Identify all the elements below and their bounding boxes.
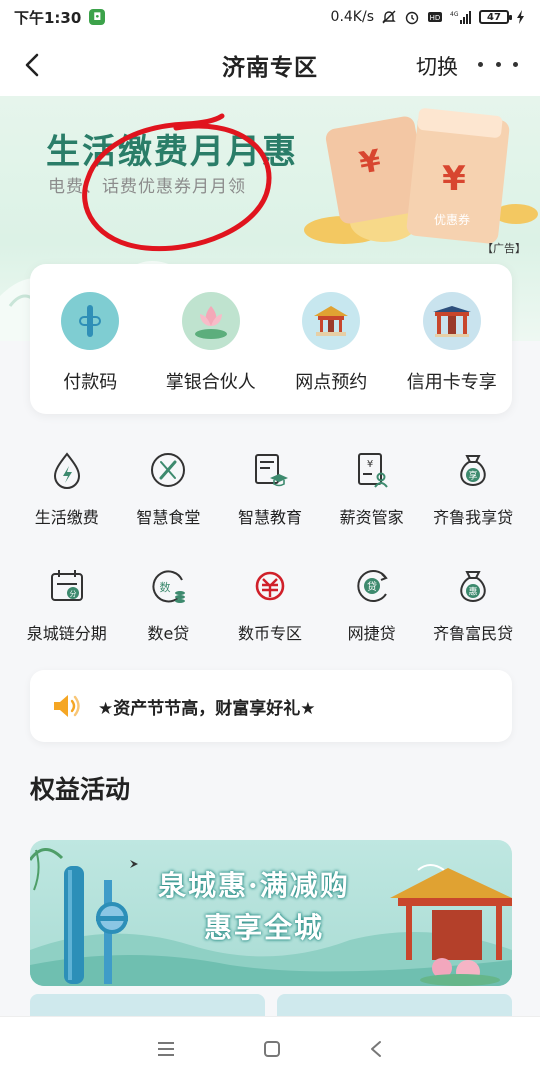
coupon-illustration-icon: ¥ ¥ 优惠券 bbox=[304, 108, 538, 244]
quick-item-payment-code[interactable]: 付款码 bbox=[30, 264, 151, 414]
svg-text:¥: ¥ bbox=[366, 459, 372, 470]
service-canteen[interactable]: 智慧食堂 bbox=[118, 450, 220, 528]
nav-bar: 济南专区 切换 bbox=[0, 34, 540, 96]
coupon-label: 优惠券 bbox=[434, 212, 470, 227]
back-triangle-icon[interactable] bbox=[369, 1040, 383, 1058]
pavilion-icon bbox=[302, 292, 361, 350]
red-circle-annotation bbox=[82, 113, 272, 252]
coin-glyph: 数 bbox=[160, 581, 171, 594]
quick-actions-card: 付款码 掌银合伙人 网点预约 信用卡专享 bbox=[30, 264, 512, 414]
svg-text:HD: HD bbox=[430, 14, 441, 22]
service-qilu-loan[interactable]: 享 齐鲁我享贷 bbox=[422, 450, 524, 528]
switch-button[interactable]: 切换 bbox=[416, 51, 458, 81]
service-label: 生活缴费 bbox=[34, 508, 99, 527]
home-square-icon[interactable] bbox=[263, 1040, 281, 1058]
status-time: 下午1:30 bbox=[14, 8, 82, 27]
service-label: 齐鲁富民贷 bbox=[433, 624, 514, 643]
lotus-partner-icon bbox=[181, 292, 240, 350]
service-label: 齐鲁我享贷 bbox=[433, 508, 514, 527]
money-bag-icon: 享 bbox=[460, 455, 486, 487]
service-label: 网捷贷 bbox=[347, 624, 396, 643]
coin-circle-icon: 数 bbox=[152, 570, 186, 603]
service-label: 数e贷 bbox=[147, 624, 190, 643]
service-installment[interactable]: 分 泉城链分期 bbox=[16, 566, 118, 644]
services-grid: 生活缴费 智慧食堂 智慧教育 ¥ 薪资管家 享 齐鲁我享贷 分 泉城链分期 数 … bbox=[16, 450, 524, 644]
chevron-left-icon[interactable] bbox=[18, 50, 48, 80]
bag-glyph: 惠 bbox=[469, 586, 478, 598]
utensils-icon bbox=[151, 453, 186, 487]
more-dots-icon[interactable] bbox=[478, 54, 518, 74]
banner-yen-right: ¥ bbox=[442, 159, 466, 199]
section-title: 权益活动 bbox=[30, 775, 131, 804]
app-badge-icon: ◘ bbox=[89, 9, 106, 25]
money-bag-icon: 惠 bbox=[460, 571, 486, 603]
menu-icon[interactable] bbox=[157, 1041, 175, 1057]
quick-label: 付款码 bbox=[63, 372, 118, 393]
charging-icon bbox=[517, 10, 524, 24]
mute-icon bbox=[382, 10, 396, 24]
service-label: 数币专区 bbox=[237, 624, 302, 643]
promo-title: 泉城惠·满减购 bbox=[158, 869, 350, 902]
calendar-icon: 分 bbox=[50, 570, 83, 601]
quick-label: 网点预约 bbox=[295, 372, 368, 393]
service-life-payment[interactable]: 生活缴费 bbox=[16, 450, 118, 528]
quick-item-branch-booking[interactable]: 网点预约 bbox=[271, 264, 392, 414]
status-bar: 下午1:30 ◘ 0.4K/s HD 4G 47 bbox=[0, 0, 540, 34]
promo-banner-activity[interactable]: 泉城惠·满减购 惠享全城 bbox=[30, 840, 512, 986]
digital-yuan-icon bbox=[255, 571, 285, 601]
svg-text:4G: 4G bbox=[450, 11, 459, 18]
system-nav-bar bbox=[0, 1016, 540, 1080]
calendar-glyph: 分 bbox=[69, 589, 76, 598]
notice-text: ★资产节节高，财富享好礼★ bbox=[98, 698, 316, 719]
quick-label: 掌银合伙人 bbox=[165, 372, 256, 393]
quick-item-credit-card[interactable]: 信用卡专享 bbox=[392, 264, 513, 414]
graduation-doc-icon bbox=[254, 454, 288, 487]
service-e-loan[interactable]: 数 数e贷 bbox=[118, 566, 220, 644]
notice-bar[interactable]: ★资产节节高，财富享好礼★ bbox=[30, 670, 512, 742]
service-label: 智慧食堂 bbox=[136, 508, 201, 527]
signal-4g-icon: 4G bbox=[450, 11, 471, 24]
ad-tag: 【广告】 bbox=[482, 242, 526, 255]
service-salary[interactable]: ¥ 薪资管家 bbox=[321, 450, 423, 528]
hd-icon: HD bbox=[428, 12, 442, 22]
service-digital-currency[interactable]: 数币专区 bbox=[219, 566, 321, 644]
promo-subtitle: 惠享全城 bbox=[204, 911, 325, 944]
drop-bolt-icon bbox=[53, 452, 80, 489]
service-education[interactable]: 智慧教育 bbox=[219, 450, 321, 528]
loan-glyph: 贷 bbox=[367, 580, 377, 593]
quick-label: 信用卡专享 bbox=[406, 372, 497, 393]
status-right: 0.4K/s HD 4G 47 bbox=[331, 9, 526, 25]
battery-icon: 47 bbox=[479, 10, 512, 24]
service-label: 泉城链分期 bbox=[26, 624, 107, 643]
speaker-icon bbox=[54, 695, 80, 717]
service-quick-loan[interactable]: 贷 网捷贷 bbox=[321, 566, 423, 644]
alarm-icon bbox=[405, 11, 419, 25]
bag-glyph: 享 bbox=[469, 470, 478, 482]
network-speed: 0.4K/s bbox=[330, 9, 374, 25]
page-title: 济南专区 bbox=[222, 55, 318, 81]
service-qilu-fumin-loan[interactable]: 惠 齐鲁富民贷 bbox=[422, 566, 524, 644]
payment-code-icon bbox=[61, 292, 120, 350]
gate-arch-icon bbox=[422, 292, 481, 350]
quick-item-partner[interactable]: 掌银合伙人 bbox=[151, 264, 272, 414]
service-label: 薪资管家 bbox=[339, 508, 404, 527]
battery-level: 47 bbox=[487, 11, 501, 23]
loan-circle-icon: 贷 bbox=[356, 570, 388, 602]
service-label: 智慧教育 bbox=[237, 508, 302, 527]
salary-doc-icon: ¥ bbox=[357, 453, 388, 488]
